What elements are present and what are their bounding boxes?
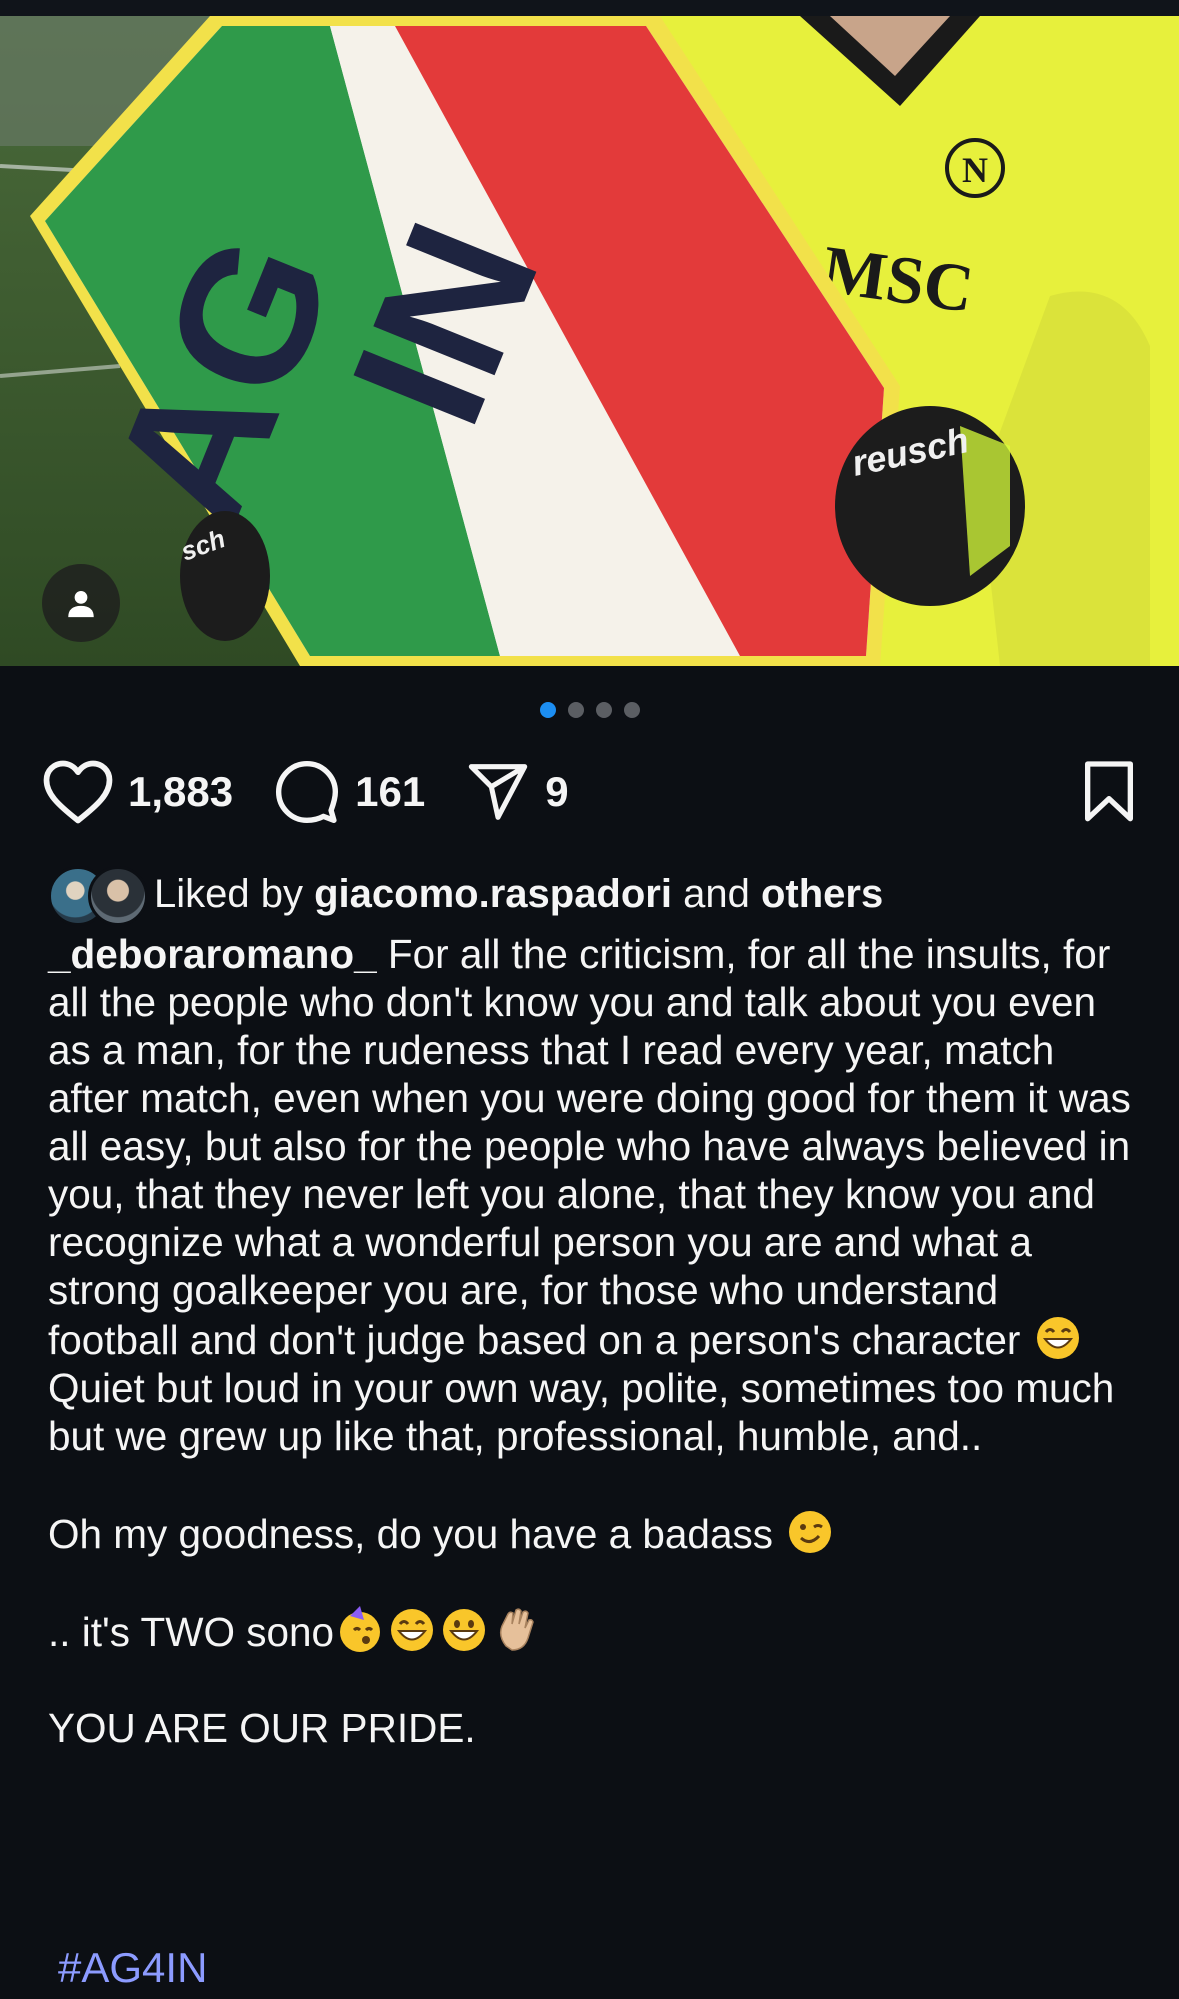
avatar <box>88 866 148 926</box>
party-emoji-icon <box>340 1606 381 1652</box>
carousel-dot <box>567 702 584 718</box>
post-photo[interactable]: N MSC AG IN sch reusch <box>0 16 1179 666</box>
liked-by-prefix: Liked by <box>154 871 303 916</box>
like-count: 1,883 <box>128 768 234 815</box>
liker-avatars <box>48 866 148 926</box>
grinning-emoji-icon <box>391 1609 434 1651</box>
status-strip <box>0 0 1179 16</box>
carousel-dot <box>595 702 612 718</box>
grinning-emoji-icon <box>1036 1317 1079 1359</box>
comment-icon[interactable] <box>273 758 341 826</box>
caption-paragraph-1: For all the criticism, for all the insul… <box>48 931 1143 1363</box>
badge-text: N <box>962 150 988 190</box>
like-action[interactable]: 1,883 <box>42 759 233 825</box>
user-tag-icon <box>68 590 94 618</box>
share-count: 9 <box>545 768 569 815</box>
liked-by-mid: and <box>683 871 750 916</box>
carousel-dot <box>623 702 640 718</box>
post-caption: _deboraromano_ For all the criticism, fo… <box>48 930 1138 1752</box>
caption-paragraph-4: .. it's TWO sono <box>48 1609 335 1655</box>
caption-paragraph-3: Oh my goodness, do you have a badass <box>48 1511 785 1557</box>
post-actions: 1,883 161 9 <box>42 752 1137 832</box>
comment-count: 161 <box>355 768 426 815</box>
bookmark-button[interactable] <box>1081 760 1137 829</box>
carousel-indicator <box>0 702 1179 718</box>
post-image: N MSC AG IN sch reusch <box>0 16 1179 666</box>
winking-emoji-icon <box>789 1511 832 1553</box>
caption-username-link[interactable]: _deboraromano_ <box>48 931 377 977</box>
hashtag-link[interactable]: #AG4IN <box>58 1944 207 1992</box>
liked-by-others-link[interactable]: others <box>761 872 883 917</box>
comment-action[interactable]: 161 <box>273 758 425 826</box>
waving-hand-emoji-icon <box>500 1608 534 1651</box>
share-icon[interactable] <box>465 760 531 824</box>
liked-by-user-link[interactable]: giacomo.raspadori <box>314 872 672 917</box>
bookmark-icon[interactable] <box>1081 760 1137 824</box>
liked-by-row[interactable]: Liked by giacomo.raspadori and others <box>48 866 883 926</box>
smiling-emoji-icon <box>443 1609 486 1651</box>
share-action[interactable]: 9 <box>465 760 569 824</box>
user-tag-button[interactable] <box>42 564 120 642</box>
heart-icon[interactable] <box>42 759 114 825</box>
caption-paragraph-5: YOU ARE OUR PRIDE. <box>48 1705 476 1751</box>
carousel-dot-active <box>539 702 556 718</box>
caption-paragraph-2: Quiet but loud in your own way, polite, … <box>48 1365 1126 1459</box>
